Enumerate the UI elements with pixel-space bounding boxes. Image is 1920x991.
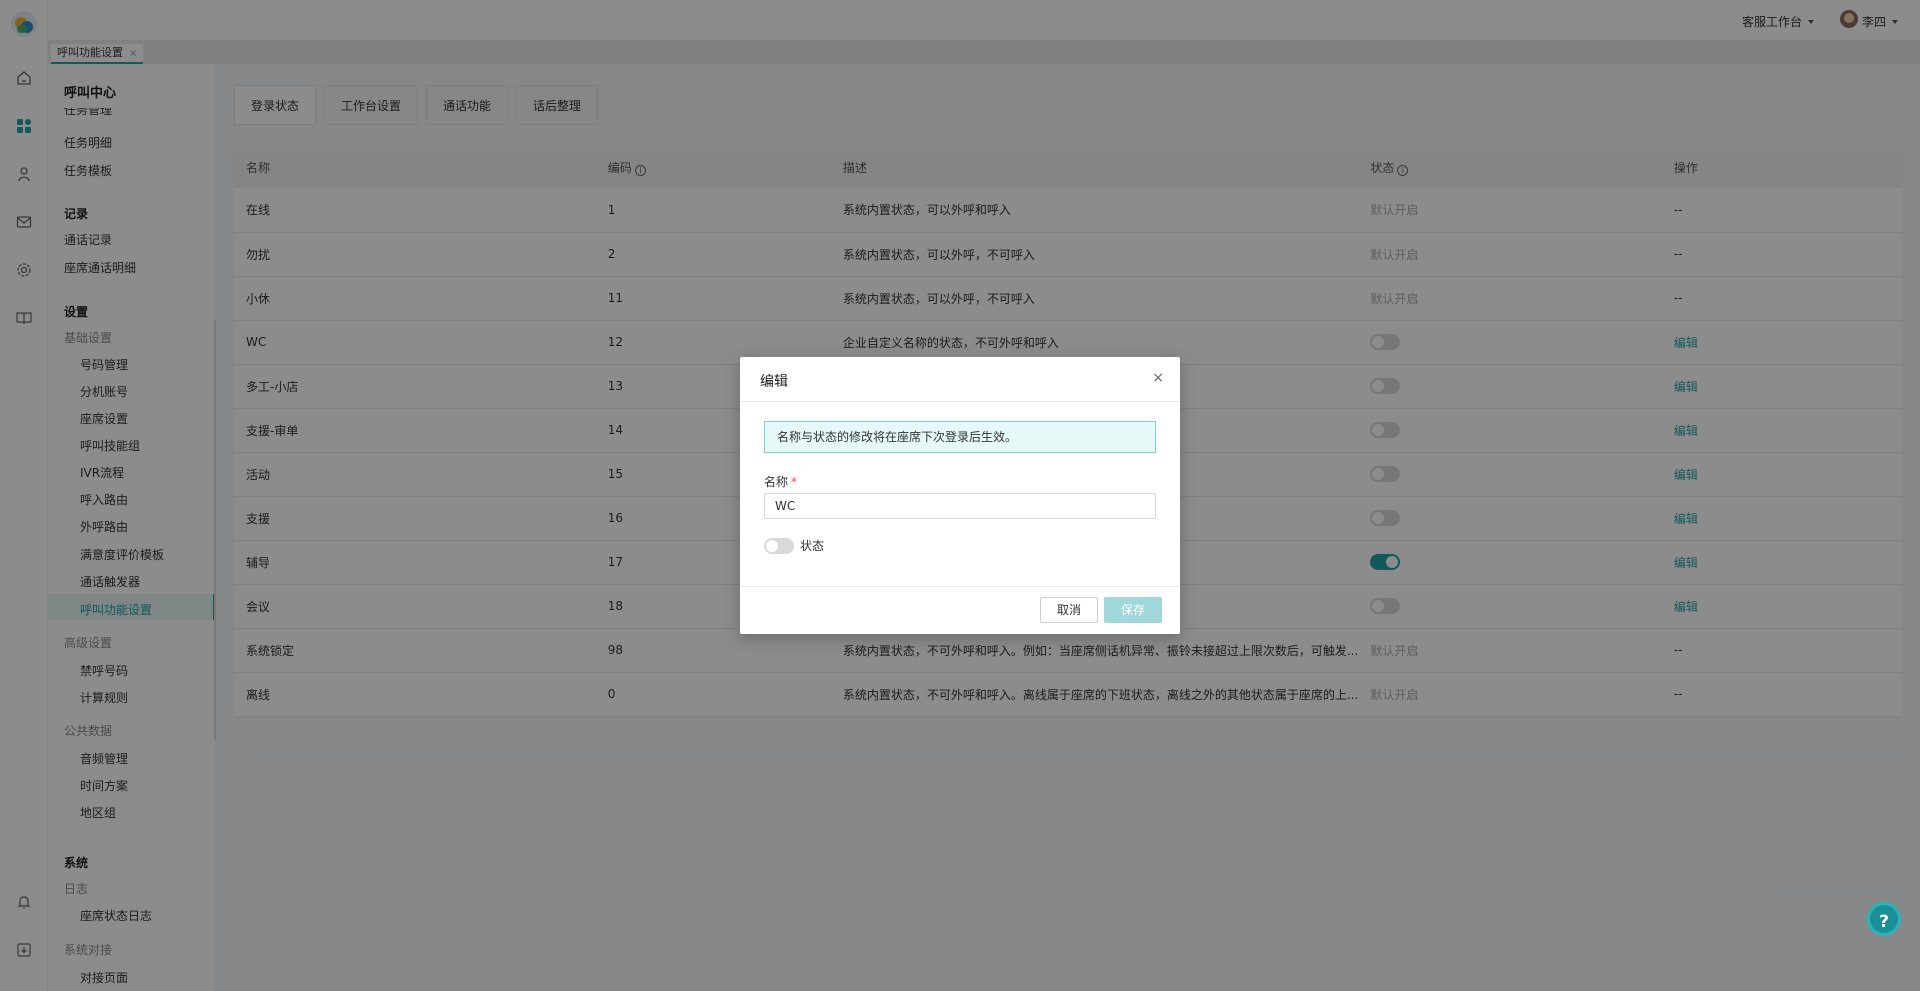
name-label-text: 名称 [764, 475, 789, 489]
cancel-button[interactable]: 取消 [1040, 597, 1099, 623]
save-button[interactable]: 保存 [1104, 597, 1163, 623]
close-icon[interactable]: × [1152, 370, 1164, 386]
status-field: 状态 [764, 537, 824, 554]
dialog-divider [740, 401, 1180, 402]
status-toggle[interactable] [764, 537, 794, 554]
name-input[interactable] [764, 493, 1156, 519]
help-button[interactable]: ? [1867, 902, 1901, 936]
required-mark: * [791, 475, 798, 489]
dialog-footer-divider [740, 586, 1180, 587]
name-field-label: 名称 * [764, 473, 797, 490]
edit-dialog: 编辑 × 名称与状态的修改将在座席下次登录后生效。 名称* 状态 取消 保存 [740, 357, 1180, 634]
notice-banner: 名称与状态的修改将在座席下次登录后生效。 [764, 421, 1156, 453]
dialog-title: 编辑 [760, 374, 788, 390]
status-label: 状态 [800, 539, 825, 553]
